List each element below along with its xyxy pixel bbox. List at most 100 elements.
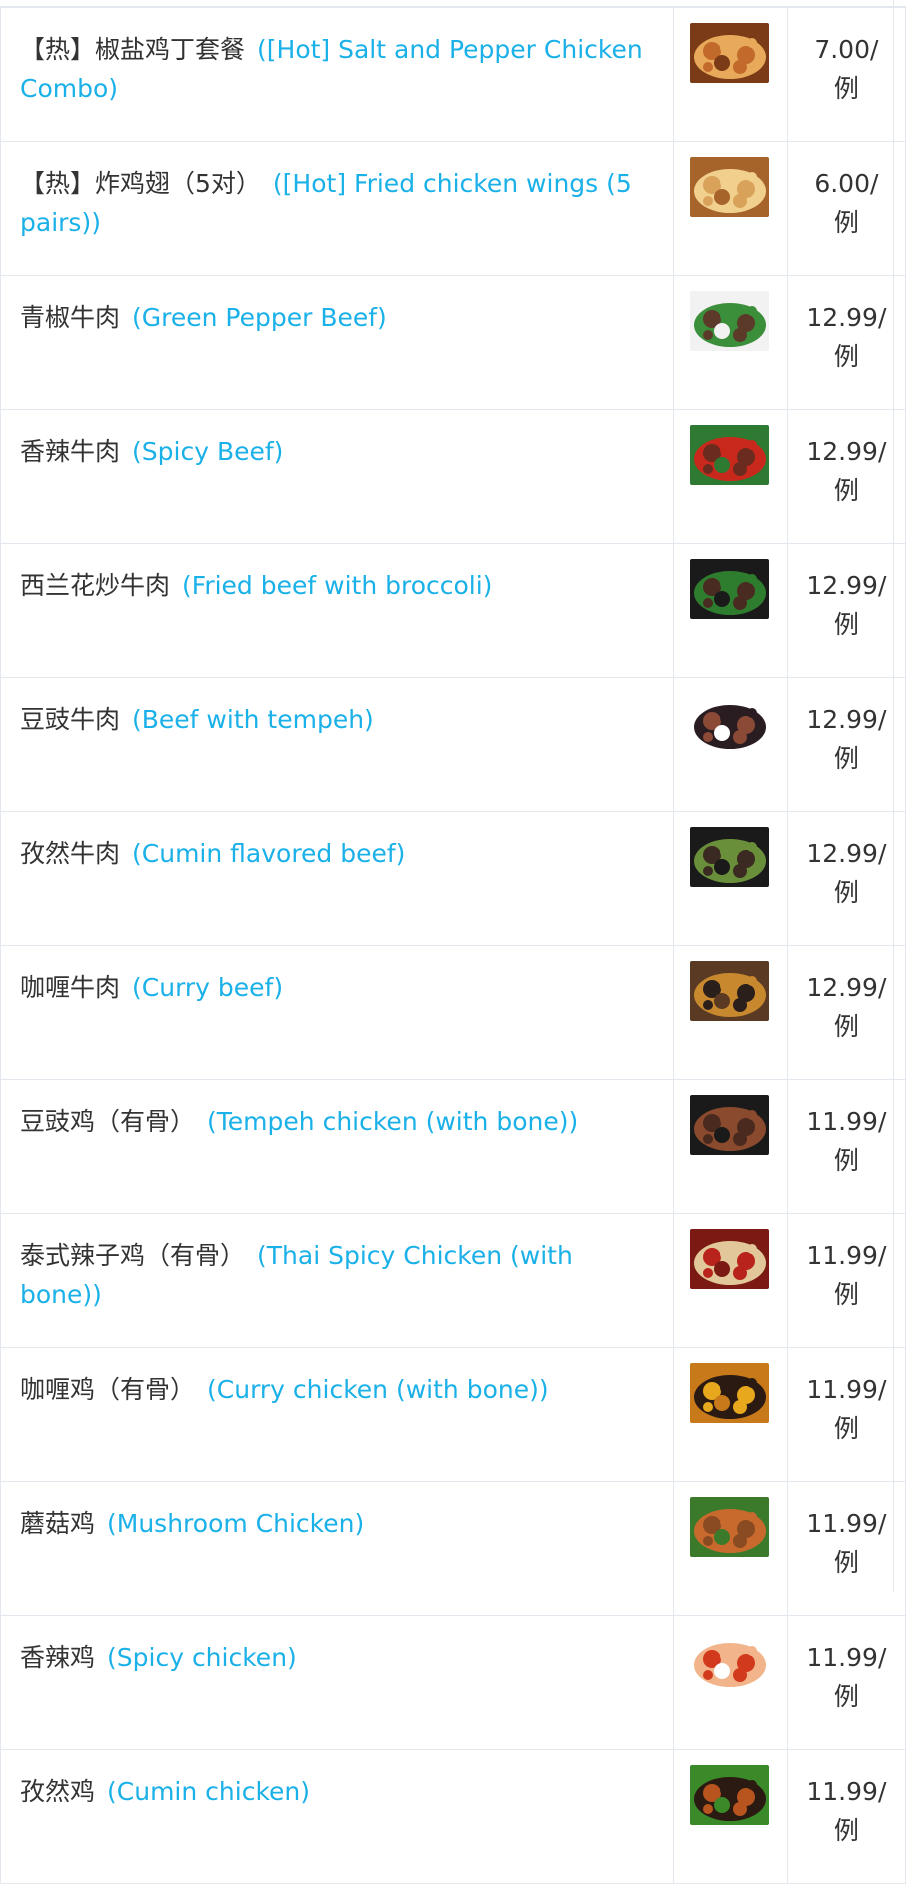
dish-image-cell (672, 677, 788, 812)
dish-name-chinese: 孜然牛肉 (20, 839, 121, 868)
dish-price: 11.99/ (806, 1777, 887, 1806)
beef-tempeh-photo[interactable] (689, 693, 769, 753)
menu-item-row: 咖喱牛肉 (Curry beef) 12.99/ 例 (0, 945, 907, 1080)
dish-price: 12.99/ (806, 839, 887, 868)
curry-chicken-photo[interactable] (689, 1363, 769, 1423)
dish-price-unit: 例 (833, 1414, 859, 1443)
dish-name-cell: 蘑菇鸡 (Mushroom Chicken) (0, 1481, 674, 1616)
dish-image-cell (672, 1481, 788, 1616)
dish-price-cell: 11.99/ 例 (786, 1481, 907, 1616)
dish-name-chinese: 蘑菇鸡 (20, 1509, 96, 1538)
menu-item-row: 豆豉鸡（有骨） (Tempeh chicken (with bone)) 11.9… (0, 1079, 907, 1214)
dish-name-cell: 西兰花炒牛肉 (Fried beef with broccoli) (0, 543, 674, 678)
dish-name-cell: 豆豉牛肉 (Beef with tempeh) (0, 677, 674, 812)
menu-item-row: 【热】椒盐鸡丁套餐 ([Hot] Salt and Pepper Chicken … (0, 6, 907, 142)
dish-name-chinese: 豆豉牛肉 (20, 705, 121, 734)
dish-image-cell (672, 945, 788, 1080)
fried-chicken-bites-photo[interactable] (689, 23, 769, 83)
dish-price: 12.99/ (806, 303, 887, 332)
dish-price-cell: 11.99/ 例 (786, 1749, 907, 1884)
dish-price-cell: 11.99/ 例 (786, 1347, 907, 1482)
dish-price-cell: 11.99/ 例 (786, 1079, 907, 1214)
menu-table-body: 【热】椒盐鸡丁套餐 ([Hot] Salt and Pepper Chicken … (0, 6, 907, 1884)
dish-name-english-link[interactable]: (Fried beef with broccoli) (182, 571, 492, 600)
dish-name-cell: 香辣牛肉 (Spicy Beef) (0, 409, 674, 544)
dish-price-unit: 例 (833, 1280, 859, 1309)
dish-name-cell: 孜然牛肉 (Cumin flavored beef) (0, 811, 674, 946)
cumin-beef-photo[interactable] (689, 827, 769, 887)
curry-beef-photo[interactable] (689, 961, 769, 1021)
dish-price-cell: 12.99/ 例 (786, 543, 907, 678)
dish-name-english-link[interactable]: (Spicy Beef) (132, 437, 283, 466)
dish-image-cell (672, 409, 788, 544)
menu-item-row: 豆豉牛肉 (Beef with tempeh) 12.99/ 例 (0, 677, 907, 812)
dish-name-chinese: 豆豉鸡（有骨） (20, 1107, 196, 1136)
menu-item-row: 香辣牛肉 (Spicy Beef) 12.99/ 例 (0, 409, 907, 544)
dish-image-cell (672, 543, 788, 678)
dish-price-unit: 例 (833, 744, 859, 773)
fried-chicken-wings-photo[interactable] (689, 157, 769, 217)
menu-item-row: 咖喱鸡（有骨） (Curry chicken (with bone)) 11.99… (0, 1347, 907, 1482)
dish-name-chinese: 泰式辣子鸡（有骨） (20, 1241, 246, 1270)
beef-broccoli-photo[interactable] (689, 559, 769, 619)
dish-price: 11.99/ (806, 1375, 887, 1404)
dish-name-english-link[interactable]: (Curry beef) (132, 973, 283, 1002)
menu-item-row: 【热】炸鸡翅（5对） ([Hot] Fried chicken wings (5 … (0, 141, 907, 276)
dish-price-unit: 例 (833, 1682, 859, 1711)
dish-name-cell: 泰式辣子鸡（有骨） (Thai Spicy Chicken (with bone)… (0, 1213, 674, 1348)
dish-name-cell: 【热】炸鸡翅（5对） ([Hot] Fried chicken wings (5 … (0, 141, 674, 276)
dish-price: 12.99/ (806, 705, 887, 734)
dish-image-cell (672, 1615, 788, 1750)
dish-price-unit: 例 (833, 74, 859, 103)
dish-name-english-link[interactable]: (Beef with tempeh) (132, 705, 374, 734)
dish-price: 12.99/ (806, 571, 887, 600)
dish-price: 12.99/ (806, 973, 887, 1002)
dish-name-english-link[interactable]: (Spicy chicken) (107, 1643, 297, 1672)
dish-price-cell: 12.99/ 例 (786, 409, 907, 544)
dish-name-english-link[interactable]: (Curry chicken (with bone)) (207, 1375, 549, 1404)
dish-name-english-link[interactable]: (Mushroom Chicken) (107, 1509, 364, 1538)
dish-image-cell (672, 141, 788, 276)
dish-price: 11.99/ (806, 1509, 887, 1538)
dish-name-cell: 【热】椒盐鸡丁套餐 ([Hot] Salt and Pepper Chicken … (0, 6, 674, 142)
menu-item-row: 泰式辣子鸡（有骨） (Thai Spicy Chicken (with bone)… (0, 1213, 907, 1348)
dish-price-unit: 例 (833, 342, 859, 371)
dish-name-chinese: 【热】椒盐鸡丁套餐 (20, 35, 246, 64)
dish-price-unit: 例 (833, 610, 859, 639)
dish-price-cell: 11.99/ 例 (786, 1213, 907, 1348)
dish-image-cell (672, 1749, 788, 1884)
dish-price-unit: 例 (833, 476, 859, 505)
dish-name-cell: 豆豉鸡（有骨） (Tempeh chicken (with bone)) (0, 1079, 674, 1214)
dish-price-cell: 12.99/ 例 (786, 945, 907, 1080)
dish-price-cell: 6.00/ 例 (786, 141, 907, 276)
dish-price-cell: 12.99/ 例 (786, 677, 907, 812)
dish-image-cell (672, 6, 788, 142)
dish-name-english-link[interactable]: (Cumin chicken) (107, 1777, 310, 1806)
dish-price-unit: 例 (833, 878, 859, 907)
dish-price-unit: 例 (833, 1012, 859, 1041)
right-edge-divider (893, 0, 894, 1592)
cumin-chicken-photo[interactable] (689, 1765, 769, 1825)
dish-name-cell: 咖喱鸡（有骨） (Curry chicken (with bone)) (0, 1347, 674, 1482)
spicy-beef-photo[interactable] (689, 425, 769, 485)
dish-name-cell: 咖喱牛肉 (Curry beef) (0, 945, 674, 1080)
dish-name-chinese: 咖喱牛肉 (20, 973, 121, 1002)
dish-price-unit: 例 (833, 1816, 859, 1845)
dish-name-cell: 青椒牛肉 (Green Pepper Beef) (0, 275, 674, 410)
dish-name-chinese: 香辣鸡 (20, 1643, 96, 1672)
mushroom-chicken-photo[interactable] (689, 1497, 769, 1557)
thai-spicy-chicken-photo[interactable] (689, 1229, 769, 1289)
green-pepper-beef-photo[interactable] (689, 291, 769, 351)
dish-price-unit: 例 (833, 1548, 859, 1577)
menu-item-row: 香辣鸡 (Spicy chicken) 11.99/ 例 (0, 1615, 907, 1750)
spicy-chicken-photo[interactable] (689, 1631, 769, 1691)
dish-name-english-link[interactable]: (Tempeh chicken (with bone)) (207, 1107, 578, 1136)
tempeh-chicken-photo[interactable] (689, 1095, 769, 1155)
dish-image-cell (672, 1213, 788, 1348)
dish-image-cell (672, 1347, 788, 1482)
dish-name-english-link[interactable]: (Cumin flavored beef) (132, 839, 405, 868)
dish-price-cell: 12.99/ 例 (786, 275, 907, 410)
dish-name-chinese: 青椒牛肉 (20, 303, 121, 332)
dish-price: 11.99/ (806, 1643, 887, 1672)
dish-name-english-link[interactable]: (Green Pepper Beef) (132, 303, 387, 332)
